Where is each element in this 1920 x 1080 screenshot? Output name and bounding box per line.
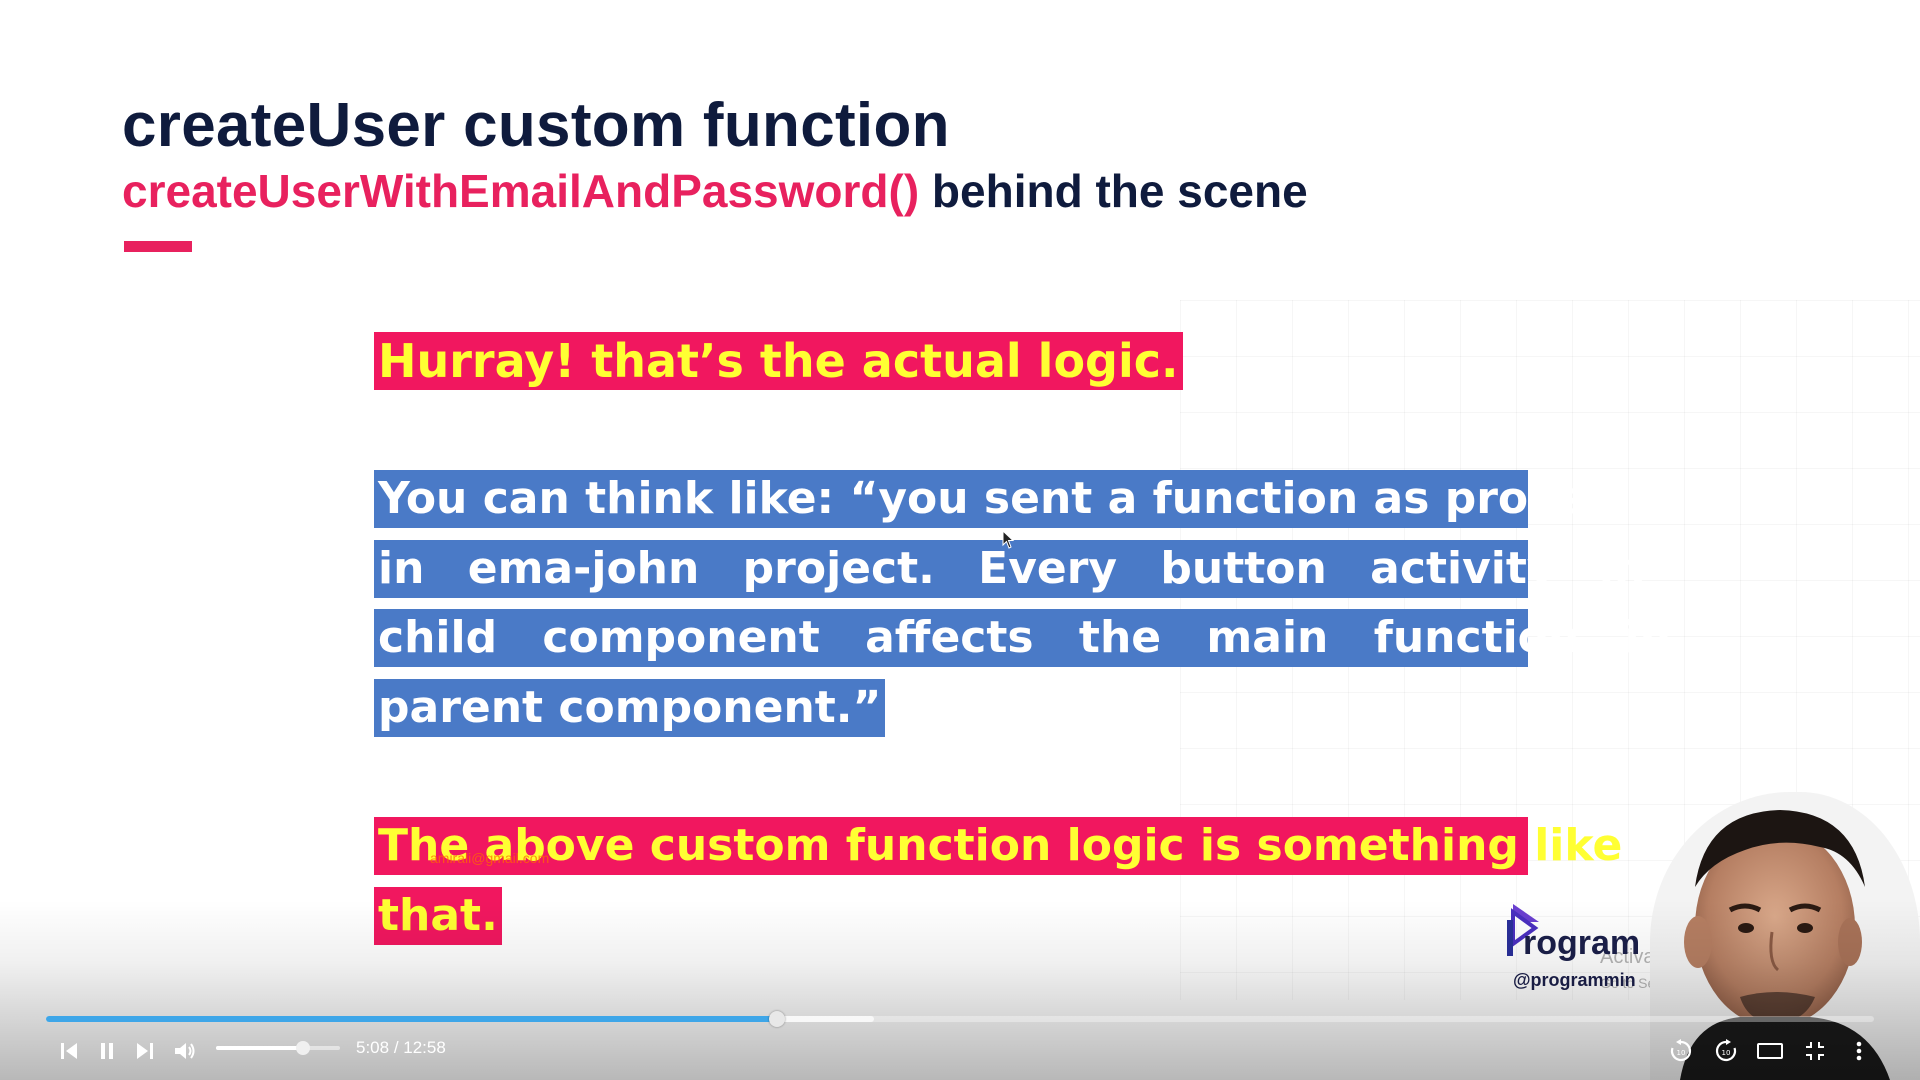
volume-level	[216, 1046, 303, 1050]
quote-line-2: in ema-john project. Every button activi…	[374, 540, 1645, 598]
highlight-actual-logic-text: Hurray! that’s the actual logic.	[374, 332, 1183, 390]
seek-bar-handle[interactable]	[769, 1011, 786, 1027]
quote-line-3: child component affects the main functio…	[374, 609, 1671, 667]
conclusion-line-2: that.	[374, 887, 502, 945]
svg-text:10: 10	[1677, 1049, 1686, 1057]
duration: 12:58	[403, 1038, 446, 1057]
subtitle-text: behind the scene	[919, 165, 1308, 217]
channel-brand: rogram @programmin	[1505, 898, 1665, 998]
watermark-email: amirali@gmail.com	[430, 850, 550, 866]
rewind-button[interactable]: 10	[1666, 1036, 1696, 1066]
video-player[interactable]: createUser custom function createUserWit…	[0, 0, 1920, 1080]
mouse-cursor-icon	[1002, 530, 1015, 549]
forward-10-icon: 10	[1715, 1039, 1737, 1062]
brand-handle: @programmin	[1513, 970, 1636, 990]
next-button[interactable]	[130, 1036, 160, 1066]
time-separator: /	[389, 1038, 404, 1057]
exit-fullscreen-icon	[1806, 1042, 1824, 1060]
title-accent-bar	[124, 241, 192, 252]
rewind-10-icon: 10	[1670, 1039, 1692, 1062]
skip-next-icon	[137, 1043, 153, 1059]
brand-name: rogram	[1523, 924, 1641, 962]
slide-subtitle: createUserWithEmailAndPassword() behind …	[122, 164, 1308, 218]
volume-slider[interactable]	[216, 1041, 340, 1055]
slide-title: createUser custom function	[122, 91, 950, 160]
seek-bar-played	[46, 1016, 778, 1022]
svg-text:10: 10	[1722, 1049, 1731, 1057]
quote-line-1: You can think like: “you sent a function…	[374, 470, 1586, 528]
time-display: 5:08 / 12:58	[356, 1038, 446, 1058]
theater-mode-icon	[1757, 1043, 1783, 1059]
pause-button[interactable]	[92, 1036, 122, 1066]
pause-icon	[101, 1043, 113, 1059]
mute-button[interactable]	[170, 1036, 200, 1066]
skip-previous-icon	[61, 1043, 77, 1059]
conclusion-line-1: The above custom function logic is somet…	[374, 817, 1622, 875]
theater-mode-button[interactable]	[1755, 1036, 1785, 1066]
previous-button[interactable]	[54, 1036, 84, 1066]
seek-bar[interactable]	[46, 1011, 1874, 1027]
volume-icon	[175, 1043, 195, 1059]
exit-fullscreen-button[interactable]	[1800, 1036, 1830, 1066]
more-options-button[interactable]	[1844, 1036, 1874, 1066]
quote-line-4: parent component.”	[374, 679, 886, 737]
current-time: 5:08	[356, 1038, 390, 1057]
volume-handle[interactable]	[295, 1041, 310, 1055]
highlight-actual-logic: Hurray! that’s the actual logic.	[374, 332, 1183, 390]
more-vertical-icon	[1856, 1041, 1862, 1061]
subtitle-function-name: createUserWithEmailAndPassword()	[122, 165, 920, 217]
forward-button[interactable]: 10	[1711, 1036, 1741, 1066]
